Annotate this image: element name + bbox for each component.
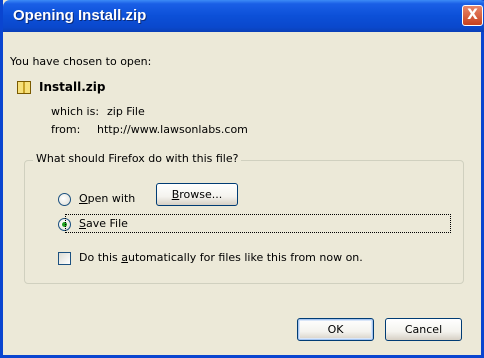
dialog-window: Opening Install.zip X You have chosen to… <box>0 0 484 358</box>
file-type-value: zip File <box>107 105 145 118</box>
auto-label-before: Do this <box>79 251 122 264</box>
file-name: Install.zip <box>39 80 106 94</box>
file-type-label: which is: <box>51 105 100 118</box>
save-file-hotkey: S <box>79 217 86 230</box>
save-file-label-rest: ave File <box>85 217 128 230</box>
chosen-to-open-label: You have chosen to open: <box>10 55 152 68</box>
ok-button[interactable]: OK <box>297 318 374 341</box>
close-icon: X <box>467 7 478 23</box>
open-with-hotkey: O <box>79 192 88 205</box>
close-button[interactable]: X <box>462 5 483 26</box>
auto-checkbox[interactable] <box>58 252 71 265</box>
open-with-radio[interactable] <box>58 193 71 206</box>
title-bar[interactable]: Opening Install.zip X <box>3 0 484 32</box>
action-group-legend: What should Firefox do with this file? <box>33 152 242 165</box>
open-with-label-rest: pen with <box>87 192 136 205</box>
zip-file-icon <box>17 81 31 94</box>
auto-checkbox-label[interactable]: Do this automatically for files like thi… <box>79 251 363 264</box>
open-with-label[interactable]: Open with <box>79 192 135 205</box>
auto-label-after: utomatically for files like this from no… <box>128 251 363 264</box>
browse-label-rest: rowse... <box>179 188 223 201</box>
cancel-button[interactable]: Cancel <box>385 318 462 341</box>
file-source-url: http://www.lawsonlabs.com <box>97 123 248 136</box>
file-source-label: from: <box>51 123 81 136</box>
browse-button[interactable]: Browse... <box>156 183 238 206</box>
save-file-label[interactable]: Save File <box>79 217 128 230</box>
auto-hotkey: a <box>121 251 129 264</box>
window-title: Opening Install.zip <box>13 7 147 24</box>
